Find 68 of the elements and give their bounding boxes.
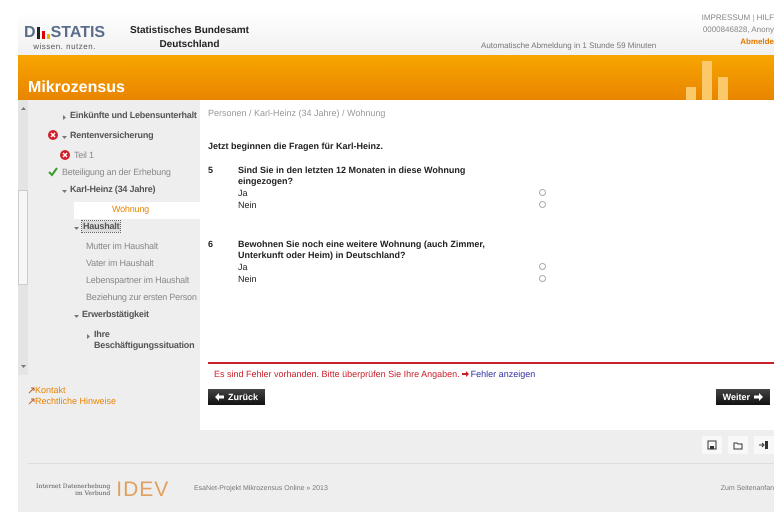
- tree-item[interactable]: Wohnung: [74, 202, 200, 219]
- error-message: Es sind Fehler vorhanden. Bitte überprüfen Sie Ihre Angaben.: [214, 369, 460, 379]
- question-number: 5: [208, 165, 214, 177]
- show-errors-link[interactable]: Fehler anzeigen: [470, 369, 536, 379]
- exit-button[interactable]: [754, 436, 774, 454]
- idev-logo: IDEV: [116, 478, 170, 502]
- question-text: Sind Sie in den letzten 12 Monaten in diese Wohnung eingezogen?: [238, 165, 466, 187]
- folder-icon: [733, 440, 743, 450]
- scrollbar-thumb[interactable]: [18, 190, 28, 285]
- tree-item[interactable]: Erwerbstätigkeit: [74, 307, 200, 327]
- scrollbar-track[interactable]: [18, 100, 28, 375]
- tree-item[interactable]: Mutter im Haushalt: [86, 239, 200, 256]
- external-link-icon: [28, 398, 35, 405]
- header-link[interactable]: IMPRESSUM: [702, 13, 750, 22]
- caret-down-icon[interactable]: [74, 314, 79, 319]
- radio-button[interactable]: [539, 201, 546, 208]
- caret-down-icon[interactable]: [62, 189, 67, 194]
- flag-bars-icon: [36, 25, 50, 41]
- next-button[interactable]: Weiter: [716, 389, 770, 405]
- caret-right-icon[interactable]: [86, 334, 91, 339]
- question-number: 6: [208, 239, 214, 251]
- header-link[interactable]: HILF: [756, 13, 774, 22]
- arrow-right-icon: [754, 393, 763, 401]
- user-id-text: 0000846828, Anony: [702, 24, 774, 36]
- separator-text: |: [752, 13, 754, 22]
- option-label: Nein: [238, 199, 257, 211]
- organization-name: Deutschland: [158, 38, 220, 52]
- option-label: Ja: [238, 261, 248, 273]
- logo-text: STATIS: [50, 24, 106, 42]
- tree-item[interactable]: Einkünfte und Lebensunterhalt: [62, 108, 200, 128]
- tree-item[interactable]: Ihre Beschäftigungssituation: [86, 327, 200, 355]
- radio-button[interactable]: [539, 275, 546, 282]
- tree-item[interactable]: Beziehung zur ersten Person: [86, 290, 200, 307]
- radio-button[interactable]: [539, 263, 546, 270]
- tree-item[interactable]: Rentenversicherung: [48, 128, 200, 148]
- auto-logout-text: Automatische Abmeldung in 1 Stunde 59 Minuten: [481, 41, 656, 50]
- logo-text: D: [24, 24, 36, 42]
- sidebar-link[interactable]: Rechtliche Hinweise: [35, 396, 116, 407]
- tree-item[interactable]: Vater im Haushalt: [86, 256, 200, 273]
- breadcrumb-text: Personen / Karl-Heinz (34 Jahre) / Wohnung: [208, 108, 386, 118]
- option-label: Ja: [238, 187, 248, 199]
- caret-right-icon[interactable]: [62, 115, 67, 120]
- arrow-right-icon: [462, 371, 469, 377]
- tree-item[interactable]: Karl-Heinz (34 Jahre): [62, 182, 200, 202]
- folder-button[interactable]: [728, 436, 748, 454]
- organization-name: Statistisches Bundesamt: [130, 24, 249, 38]
- caret-down-icon[interactable]: [62, 135, 67, 140]
- intro-text: Jetzt beginnen die Fragen für Karl-Heinz.: [208, 141, 384, 151]
- scroll-down-icon[interactable]: [20, 364, 26, 369]
- save-icon: [707, 440, 717, 450]
- save-button[interactable]: [702, 436, 722, 454]
- exit-icon: [759, 440, 769, 450]
- tree-item[interactable]: Beteiligung an der Erhebung: [48, 165, 200, 182]
- tree-item[interactable]: Haushalt: [74, 219, 200, 239]
- question-text: Bewohnen Sie noch eine weitere Wohnung (auch Zimmer, Unterkunft oder Heim) in Deutschland?: [238, 239, 486, 261]
- back-button[interactable]: Zurück: [208, 389, 266, 405]
- arrow-left-icon: [215, 393, 224, 401]
- radio-button[interactable]: [539, 189, 546, 196]
- option-label: Nein: [238, 273, 257, 285]
- logout-link[interactable]: Abmelde: [694, 36, 774, 48]
- scroll-up-icon[interactable]: [20, 106, 26, 111]
- caret-down-icon[interactable]: [74, 226, 79, 231]
- external-link-icon: [28, 387, 35, 394]
- sidebar-link[interactable]: Kontakt: [35, 385, 66, 396]
- tree-item[interactable]: Lebenspartner im Haushalt: [86, 273, 200, 290]
- app-title: Mikrozensus: [28, 79, 125, 97]
- slogan-text: wissen. nutzen.: [33, 42, 96, 51]
- tree-item[interactable]: Teil 1: [60, 148, 200, 165]
